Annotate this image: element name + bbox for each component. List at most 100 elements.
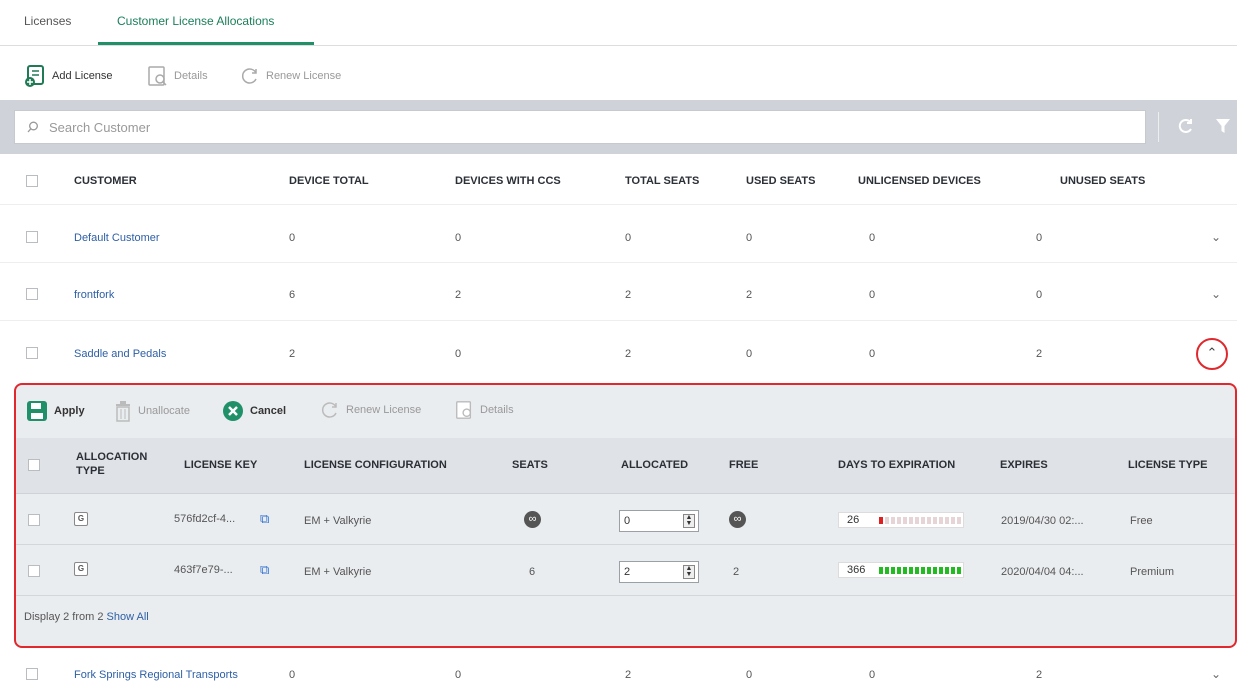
renew-license-button[interactable]: Renew License [320, 400, 421, 420]
row-checkbox[interactable] [26, 231, 38, 243]
expiration-segment [921, 517, 925, 524]
free-value: 2 [733, 566, 740, 578]
header-free[interactable]: FREE [729, 459, 758, 471]
details-button[interactable]: Details [454, 400, 514, 420]
stepper-arrows-icon[interactable]: ▲ ▼ [683, 514, 695, 528]
license-type-value: Premium [1130, 566, 1175, 578]
expiration-segment [921, 567, 925, 574]
chevron-down-icon[interactable]: ⌄ [1211, 230, 1221, 244]
unlicensed-devices: 0 [869, 232, 876, 244]
divider [1158, 112, 1159, 142]
renew-icon [241, 68, 257, 84]
apply-label: Apply [54, 405, 85, 417]
allocated-stepper[interactable]: 2 ▲ ▼ [619, 561, 699, 583]
header-device-total[interactable]: DEVICE TOTAL [289, 175, 369, 187]
header-seats[interactable]: SEATS [512, 459, 548, 471]
cancel-button[interactable]: Cancel [222, 400, 286, 422]
total-seats: 2 [625, 348, 632, 360]
copy-icon[interactable]: ⧉ [260, 562, 269, 578]
license-configuration: EM + Valkyrie [304, 515, 372, 527]
header-license-configuration[interactable]: LICENSE CONFIGURATION [304, 459, 447, 471]
table-row-expanded[interactable]: Saddle and Pedals 2 0 2 0 0 2 [0, 327, 1237, 379]
devices-with-ccs: 2 [455, 289, 462, 301]
license-row[interactable]: G 463f7e79-... ⧉ EM + Valkyrie 6 2 ▲ ▼ 2 3… [16, 546, 1235, 596]
allocated-value: 0 [624, 515, 631, 527]
details-icon [148, 66, 167, 86]
license-key-link[interactable]: 463f7e79-... [174, 564, 233, 576]
unlicensed-devices: 0 [869, 348, 876, 360]
total-seats: 2 [625, 289, 632, 301]
expiration-segment [927, 567, 931, 574]
license-configuration: EM + Valkyrie [304, 566, 372, 578]
select-all-checkbox[interactable] [26, 175, 38, 187]
header-customer[interactable]: CUSTOMER [74, 175, 137, 187]
stepper-arrows-icon[interactable]: ▲ ▼ [683, 565, 695, 579]
customer-link[interactable]: Saddle and Pedals [74, 348, 166, 360]
table-row[interactable]: Fork Springs Regional Transports 0 0 2 0… [0, 654, 1237, 695]
header-license-type[interactable]: LICENSE TYPE [1128, 459, 1207, 471]
table-row[interactable]: frontfork 6 2 2 2 0 0 ⌄ [0, 269, 1237, 321]
row-checkbox[interactable] [28, 565, 40, 577]
used-seats: 0 [746, 348, 753, 360]
details-button[interactable]: Details [146, 64, 208, 88]
chevron-up-icon[interactable]: ⌃ [1196, 338, 1228, 370]
table-header: CUSTOMER DEVICE TOTAL DEVICES WITH CCS T… [0, 155, 1237, 205]
row-checkbox[interactable] [26, 347, 38, 359]
allocated-stepper[interactable]: 0 ▲ ▼ [619, 510, 699, 532]
unlicensed-devices: 0 [869, 669, 876, 681]
trash-icon [116, 401, 130, 422]
header-used-seats[interactable]: USED SEATS [746, 175, 815, 187]
expiration-segment [885, 517, 889, 524]
renew-license-label: Renew License [266, 70, 342, 82]
search-input[interactable]: Search Customer [14, 110, 1146, 144]
device-total: 0 [289, 669, 296, 681]
unallocate-button[interactable]: Unallocate [114, 400, 190, 422]
select-all-checkbox[interactable] [28, 459, 40, 471]
copy-icon[interactable]: ⧉ [260, 511, 269, 527]
license-type-value: Free [1130, 515, 1153, 527]
row-checkbox[interactable] [26, 288, 38, 300]
header-allocation-type[interactable]: ALLOCATION [76, 451, 147, 463]
days-to-expiration-bar: 26 [838, 512, 964, 528]
customer-link[interactable]: Fork Springs Regional Transports [74, 669, 238, 681]
expiration-segment [933, 567, 937, 574]
header-unlicensed-devices[interactable]: UNLICENSED DEVICES [858, 175, 981, 187]
show-all-link[interactable]: Show All [107, 611, 149, 623]
tab-customer-license-allocations[interactable]: Customer License Allocations [117, 14, 274, 28]
customer-link[interactable]: frontfork [74, 289, 114, 301]
expiration-segments [879, 563, 963, 579]
header-license-key[interactable]: LICENSE KEY [184, 459, 257, 471]
table-row[interactable]: Default Customer 0 0 0 0 0 0 ⌄ [0, 213, 1237, 263]
used-seats: 0 [746, 232, 753, 244]
row-checkbox[interactable] [26, 668, 38, 680]
filter-icon[interactable] [1215, 118, 1231, 134]
customer-link[interactable]: Default Customer [74, 232, 160, 244]
header-total-seats[interactable]: TOTAL SEATS [625, 175, 699, 187]
add-license-button[interactable]: Add License [24, 64, 113, 88]
header-days-to-expiration[interactable]: DAYS TO EXPIRATION [838, 459, 955, 471]
renew-license-button[interactable]: Renew License [240, 64, 341, 88]
details-label: Details [174, 70, 208, 82]
device-total: 0 [289, 232, 296, 244]
expiration-segment [957, 517, 961, 524]
refresh-icon[interactable] [1178, 118, 1194, 134]
expiration-segment [933, 517, 937, 524]
license-row[interactable]: G 576fd2cf-4... ⧉ EM + Valkyrie ∞ 0 ▲ ▼ ∞ … [16, 495, 1235, 545]
unlicensed-devices: 0 [869, 289, 876, 301]
row-checkbox[interactable] [28, 514, 40, 526]
apply-button[interactable]: Apply [26, 400, 85, 422]
tab-licenses[interactable]: Licenses [24, 14, 71, 28]
pagination-footer: Display 2 from 2 Show All [24, 611, 149, 623]
expiration-segment [951, 567, 955, 574]
header-unused-seats[interactable]: UNUSED SEATS [1060, 175, 1145, 187]
sub-table-header: ALLOCATION TYPE LICENSE KEY LICENSE CONF… [16, 438, 1235, 494]
header-expires[interactable]: EXPIRES [1000, 459, 1048, 471]
tab-bar: Licenses Customer License Allocations [0, 0, 1237, 46]
header-allocated[interactable]: ALLOCATED [621, 459, 688, 471]
chevron-down-icon[interactable]: ⌄ [1211, 667, 1221, 681]
chevron-down-icon[interactable]: ⌄ [1211, 287, 1221, 301]
header-devices-with-ccs[interactable]: DEVICES WITH CCS [455, 175, 561, 187]
device-total: 2 [289, 348, 296, 360]
header-allocation-type-line2: TYPE [76, 465, 105, 477]
license-key-link[interactable]: 576fd2cf-4... [174, 513, 235, 525]
